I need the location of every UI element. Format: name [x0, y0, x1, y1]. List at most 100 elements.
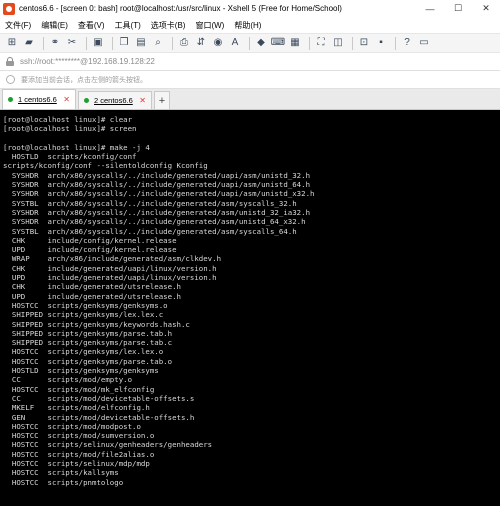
terminal-line: CHK include/config/kernel.release [3, 235, 177, 245]
menu-help[interactable]: 帮助(H) [234, 20, 261, 31]
tab-label: 2 centos6.6 [94, 96, 133, 105]
terminal-line: HOSTCC scripts/selinux/genheaders/genhea… [3, 440, 213, 450]
xftp-icon[interactable]: ◆ [254, 36, 268, 50]
fullscreen-icon[interactable]: ⛶ [314, 36, 328, 50]
terminal-line: UPD include/config/kernel.release [3, 245, 177, 255]
menu-bar: 文件(F) 编辑(E) 查看(V) 工具(T) 选项卡(B) 窗口(W) 帮助(… [0, 17, 500, 33]
menu-file[interactable]: 文件(F) [5, 20, 31, 31]
terminal-line: HOSTCC scripts/genksyms/genksyms.o [3, 300, 168, 310]
tab-label: 1 centos6.6 [18, 95, 57, 104]
terminal-line: MKELF scripts/mod/elfconfig.h [3, 403, 150, 413]
terminal-line: SHIPPED scripts/genksyms/parse.tab.c [3, 338, 173, 348]
terminal-line: SHIPPED scripts/genksyms/keywords.hash.c [3, 319, 190, 329]
toolbar-separator [43, 36, 44, 50]
pin-icon[interactable] [6, 75, 15, 84]
reconnect-icon[interactable]: ▣ [91, 36, 105, 50]
terminal-line: HOSTLD scripts/genksyms/genksyms [3, 366, 159, 376]
menu-tools[interactable]: 工具(T) [115, 20, 141, 31]
transfer-icon[interactable]: ⇵ [194, 36, 208, 50]
address-bar[interactable]: ssh://root:********@192.168.19.128:22 [0, 53, 500, 71]
terminal-line: GEN scripts/mod/devicetable-offsets.h [3, 412, 195, 422]
terminal-line: HOSTCC scripts/mod/sumversion.o [3, 431, 155, 441]
terminal-line: SHIPPED scripts/genksyms/parse.tab.h [3, 328, 173, 338]
terminal-output[interactable]: [root@localhost linux]# clear [root@loca… [0, 110, 500, 506]
terminal-line: SHIPPED scripts/genksyms/lex.lex.c [3, 310, 164, 320]
session-address: ssh://root:********@192.168.19.128:22 [20, 57, 155, 66]
terminal-line: HOSTCC scripts/mod/file2alias.o [3, 449, 155, 459]
tab-session-2[interactable]: 2 centos6.6 ✕ [78, 91, 152, 109]
open-folder-icon[interactable]: ▰ [22, 36, 36, 50]
toolbar-separator [249, 36, 250, 50]
disconnect-icon[interactable]: ✂ [65, 36, 79, 50]
add-tab-button[interactable]: + [154, 91, 170, 109]
more-icon[interactable]: ▭ [417, 36, 431, 50]
terminal-line: HOSTCC scripts/kallsyms [3, 468, 119, 478]
compose-icon[interactable]: ⊡ [357, 36, 371, 50]
menu-window[interactable]: 窗口(W) [195, 20, 224, 31]
terminal-line: HOSTCC scripts/mod/modpost.o [3, 421, 141, 431]
menu-view[interactable]: 查看(V) [78, 20, 105, 31]
maximize-button[interactable]: ☐ [444, 0, 472, 17]
window-controls: — ☐ ✕ [416, 0, 500, 17]
toolbar: ⊞ ▰ ⚭ ✂ ▣ ❐ ▤ ⌕ ⎙ ⇵ ◉ A ◆ ⌨ ▦ ⛶ ◫ ⊡ ▪ ? … [0, 33, 500, 53]
session-hint-bar: 要添加当前会话，点击左侧的箭头按钮。 [0, 71, 500, 89]
close-button[interactable]: ✕ [472, 0, 500, 17]
terminal-line: WRAP arch/x86/include/generated/asm/clkd… [3, 254, 222, 264]
lock-icon[interactable]: ▦ [288, 36, 302, 50]
toolbar-separator [352, 36, 353, 50]
terminal-line: scripts/kconfig/conf --silentoldconfig K… [3, 161, 208, 171]
terminal-line: SYSHDR arch/x86/syscalls/../include/gene… [3, 207, 311, 217]
print-icon[interactable]: ⎙ [177, 36, 191, 50]
terminal-line: SYSHDR arch/x86/syscalls/../include/gene… [3, 180, 311, 190]
terminal-line: HOSTCC scripts/genksyms/parse.tab.o [3, 356, 173, 366]
terminal-line: SYSTBL arch/x86/syscalls/../include/gene… [3, 226, 297, 236]
help-icon[interactable]: ? [400, 36, 414, 50]
font-icon[interactable]: A [228, 36, 242, 50]
session-hint-text: 要添加当前会话，点击左侧的箭头按钮。 [21, 76, 147, 84]
toolbar-separator [172, 36, 173, 50]
terminal-line: [root@localhost linux]# make -j 4 [3, 142, 150, 152]
title-bar: centos6.6 - [screen 0: bash] root@localh… [0, 0, 500, 17]
toolbar-separator [86, 36, 87, 50]
terminal-line: UPD include/generated/utsrelease.h [3, 291, 181, 301]
transparent-icon[interactable]: ◫ [331, 36, 345, 50]
copy-icon[interactable]: ❐ [117, 36, 131, 50]
menu-edit[interactable]: 编辑(E) [41, 20, 68, 31]
toolbar-separator [395, 36, 396, 50]
terminal-line: HOSTCC scripts/mod/mk_elfconfig [3, 384, 155, 394]
tab-close-icon[interactable]: ✕ [139, 96, 146, 105]
paste-icon[interactable]: ▤ [134, 36, 148, 50]
terminal-line: [root@localhost linux]# clear [3, 115, 133, 124]
terminal-line: CC scripts/mod/devicetable-offsets.s [3, 393, 195, 403]
terminal-line: HOSTCC scripts/selinux/mdp/mdp [3, 458, 150, 468]
terminal-line: SYSHDR arch/x86/syscalls/../include/gene… [3, 217, 306, 227]
terminal-line: CC scripts/mod/empty.o [3, 375, 133, 385]
terminal-line: CHK include/generated/uapi/linux/version… [3, 263, 217, 273]
terminal-line: SYSTBL arch/x86/syscalls/../include/gene… [3, 198, 297, 208]
terminal-line: SYSHDR arch/x86/syscalls/../include/gene… [3, 189, 315, 199]
minimize-button[interactable]: — [416, 0, 444, 17]
keyboard-icon[interactable]: ⌨ [271, 36, 285, 50]
new-session-icon[interactable]: ⊞ [5, 36, 19, 50]
window-title: centos6.6 - [screen 0: bash] root@localh… [19, 4, 342, 13]
status-dot-icon [8, 97, 13, 102]
tab-close-icon[interactable]: ✕ [63, 95, 70, 104]
tab-session-1[interactable]: 1 centos6.6 ✕ [2, 89, 76, 109]
toolbar-separator [309, 36, 310, 50]
find-icon[interactable]: ⌕ [151, 36, 165, 50]
layout-icon[interactable]: ▪ [374, 36, 388, 50]
globe-icon[interactable]: ◉ [211, 36, 225, 50]
connect-icon[interactable]: ⚭ [48, 36, 62, 50]
terminal-line: HOSTCC scripts/pnmtologo [3, 477, 124, 487]
menu-tab[interactable]: 选项卡(B) [151, 20, 186, 31]
lock-icon [6, 57, 14, 66]
terminal-line: HOSTCC scripts/genksyms/lex.lex.o [3, 347, 164, 357]
xshell-app-icon[interactable] [3, 2, 15, 15]
terminal-line: SYSHDR arch/x86/syscalls/../include/gene… [3, 170, 311, 180]
terminal-line: [root@localhost linux]# screen [3, 124, 137, 134]
terminal-line: CHK include/generated/utsrelease.h [3, 282, 181, 292]
tab-bar: 1 centos6.6 ✕ 2 centos6.6 ✕ + [0, 89, 500, 110]
terminal-line: UPD include/generated/uapi/linux/version… [3, 273, 217, 283]
terminal-line: HOSTLD scripts/kconfig/conf [3, 152, 137, 162]
